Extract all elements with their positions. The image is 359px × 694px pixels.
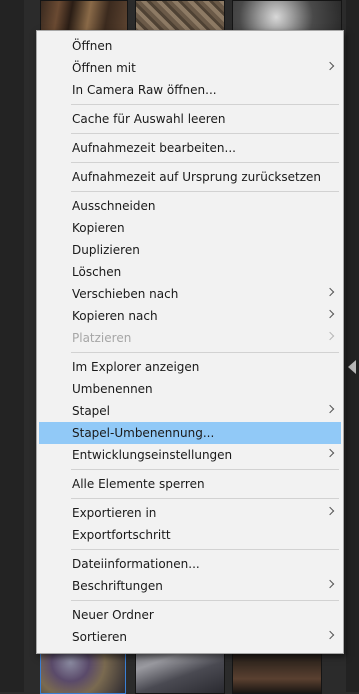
menu-item-label: Alle Elemente sperren: [72, 477, 205, 491]
submenu-arrow-icon: [325, 506, 335, 516]
menu-item-sortieren[interactable]: Sortieren: [39, 626, 341, 648]
menu-item-label: Aufnahmezeit auf Ursprung zurücksetzen: [72, 170, 321, 184]
submenu-arrow-icon: [325, 448, 335, 458]
thumbnail[interactable]: [40, 0, 128, 34]
menu-item-label: In Camera Raw öffnen...: [72, 83, 217, 97]
menu-item-label: Cache für Auswahl leeren: [72, 112, 226, 126]
menu-item-label: Entwicklungseinstellungen: [72, 448, 233, 462]
menu-item-label: Dateiinformationen...: [72, 557, 200, 571]
menu-item-kopieren[interactable]: Kopieren: [39, 217, 341, 239]
menu-item-camera-raw[interactable]: In Camera Raw öffnen...: [39, 79, 341, 101]
menu-separator: [71, 104, 339, 105]
menu-item-alle-sperren[interactable]: Alle Elemente sperren: [39, 473, 341, 495]
menu-separator: [71, 352, 339, 353]
submenu-arrow-icon: [325, 331, 335, 341]
menu-separator: [71, 133, 339, 134]
menu-item-label: Stapel: [72, 404, 111, 418]
menu-item-label: Umbenennen: [72, 382, 153, 396]
menu-item-label: Sortieren: [72, 630, 127, 644]
submenu-arrow-icon: [325, 579, 335, 589]
menu-item-label: Beschriftungen: [72, 579, 163, 593]
menu-item-label: Duplizieren: [72, 243, 140, 257]
menu-item-label: Aufnahmezeit bearbeiten...: [72, 141, 236, 155]
menu-item-label: Ausschneiden: [72, 199, 156, 213]
menu-item-dateiinformationen[interactable]: Dateiinformationen...: [39, 553, 341, 575]
submenu-arrow-icon: [325, 630, 335, 640]
menu-item-label: Löschen: [72, 265, 122, 279]
menu-item-umbenennen[interactable]: Umbenennen: [39, 378, 341, 400]
right-panel-edge: [346, 0, 359, 692]
thumbnail[interactable]: [135, 0, 225, 34]
menu-item-label: Öffnen: [72, 39, 113, 53]
menu-item-oeffnen[interactable]: Öffnen: [39, 35, 341, 57]
thumbnail[interactable]: [232, 0, 342, 34]
menu-item-label: Öffnen mit: [72, 61, 136, 75]
menu-item-stapel-umbenennung[interactable]: Stapel-Umbenennung...: [39, 422, 341, 444]
menu-item-entwicklungseinstellungen[interactable]: Entwicklungseinstellungen: [39, 444, 341, 466]
left-panel-edge: [0, 0, 24, 692]
menu-item-oeffnen-mit[interactable]: Öffnen mit: [39, 57, 341, 79]
menu-item-platzieren: Platzieren: [39, 327, 341, 349]
menu-item-beschriftungen[interactable]: Beschriftungen: [39, 575, 341, 597]
panel-collapse-arrow-icon[interactable]: [348, 360, 356, 374]
menu-item-exportfortschritt[interactable]: Exportfortschritt: [39, 524, 341, 546]
menu-item-verschieben-nach[interactable]: Verschieben nach: [39, 283, 341, 305]
menu-item-aufnahmezeit-zuruecksetzen[interactable]: Aufnahmezeit auf Ursprung zurücksetzen: [39, 166, 341, 188]
menu-item-label: Verschieben nach: [72, 287, 179, 301]
menu-item-label: Platzieren: [72, 331, 132, 345]
submenu-arrow-icon: [325, 287, 335, 297]
menu-item-duplizieren[interactable]: Duplizieren: [39, 239, 341, 261]
menu-item-label: Kopieren: [72, 221, 125, 235]
submenu-arrow-icon: [325, 61, 335, 71]
menu-item-aufnahmezeit-bearbeiten[interactable]: Aufnahmezeit bearbeiten...: [39, 137, 341, 159]
menu-separator: [71, 498, 339, 499]
menu-item-label: Im Explorer anzeigen: [72, 360, 200, 374]
menu-item-kopieren-nach[interactable]: Kopieren nach: [39, 305, 341, 327]
menu-item-stapel[interactable]: Stapel: [39, 400, 341, 422]
menu-item-loeschen[interactable]: Löschen: [39, 261, 341, 283]
menu-item-label: Kopieren nach: [72, 309, 158, 323]
submenu-arrow-icon: [325, 309, 335, 319]
menu-separator: [71, 469, 339, 470]
menu-item-label: Exportieren in: [72, 506, 157, 520]
menu-separator: [71, 162, 339, 163]
menu-item-cache-leeren[interactable]: Cache für Auswahl leeren: [39, 108, 341, 130]
menu-item-ausschneiden[interactable]: Ausschneiden: [39, 195, 341, 217]
context-menu: Öffnen Öffnen mit In Camera Raw öffnen..…: [36, 30, 344, 654]
menu-item-label: Stapel-Umbenennung...: [72, 426, 215, 440]
menu-item-exportieren-in[interactable]: Exportieren in: [39, 502, 341, 524]
menu-item-label: Exportfortschritt: [72, 528, 171, 542]
menu-separator: [71, 549, 339, 550]
menu-separator: [71, 191, 339, 192]
menu-item-label: Neuer Ordner: [72, 608, 154, 622]
menu-separator: [71, 600, 339, 601]
menu-item-neuer-ordner[interactable]: Neuer Ordner: [39, 604, 341, 626]
menu-item-explorer-anzeigen[interactable]: Im Explorer anzeigen: [39, 356, 341, 378]
submenu-arrow-icon: [325, 404, 335, 414]
